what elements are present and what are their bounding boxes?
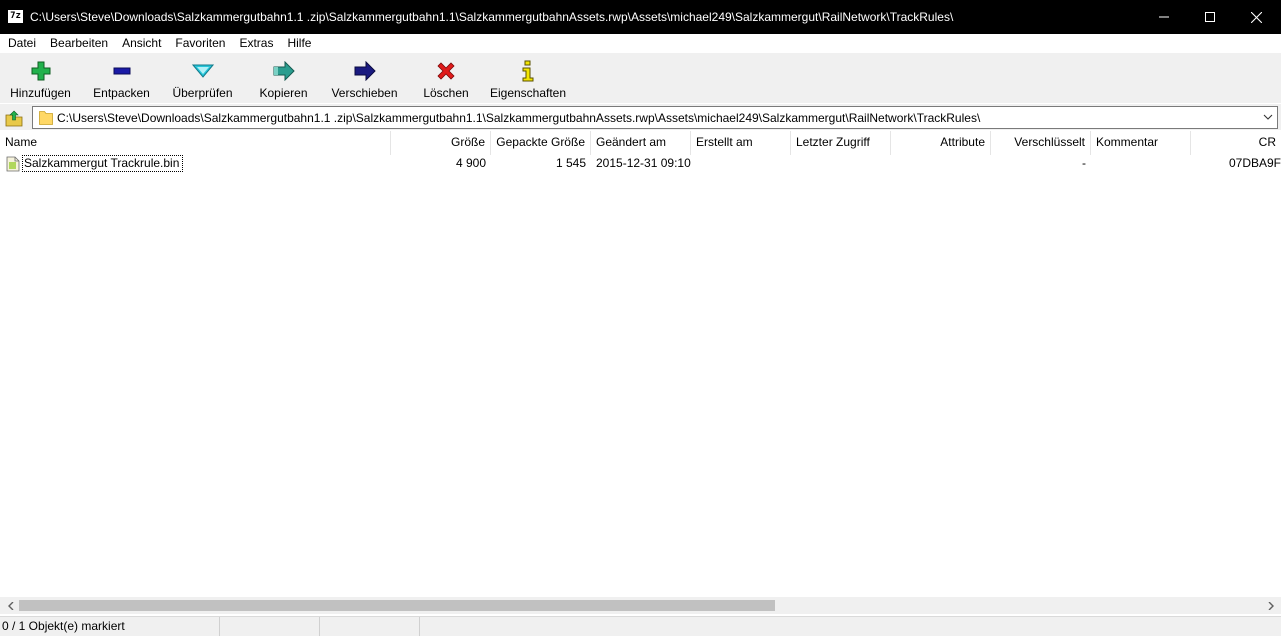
- close-button[interactable]: [1233, 0, 1279, 34]
- file-size: 4 900: [455, 156, 486, 170]
- column-accessed[interactable]: Letzter Zugriff: [791, 131, 891, 155]
- file-name[interactable]: Salzkammergut Trackrule.bin: [22, 155, 184, 172]
- file-created: [691, 155, 791, 173]
- test-button[interactable]: Überprüfen: [162, 53, 243, 103]
- move-arrow-icon: [354, 61, 376, 81]
- file-attributes: [891, 155, 991, 173]
- menu-view[interactable]: Ansicht: [115, 34, 168, 53]
- column-packed-size[interactable]: Gepackte Größe: [491, 131, 591, 155]
- extract-button[interactable]: Entpacken: [81, 53, 162, 103]
- app-icon: 7z: [8, 10, 23, 23]
- file-comment: [1091, 155, 1191, 173]
- address-field[interactable]: C:\Users\Steve\Downloads\Salzkammergutba…: [32, 106, 1278, 129]
- extract-label: Entpacken: [93, 86, 150, 100]
- address-path: C:\Users\Steve\Downloads\Salzkammergutba…: [57, 111, 981, 125]
- chevron-right-icon: [1268, 601, 1274, 610]
- status-bar: 0 / 1 Objekt(e) markiert: [0, 616, 1281, 636]
- copy-button[interactable]: Kopieren: [243, 53, 324, 103]
- column-attributes[interactable]: Attribute: [891, 131, 991, 155]
- plus-icon: [31, 61, 50, 81]
- column-size[interactable]: Größe: [391, 131, 491, 155]
- move-button[interactable]: Verschieben: [324, 53, 405, 103]
- maximize-icon: [1205, 12, 1215, 22]
- status-segment-2: [220, 617, 320, 636]
- delete-button[interactable]: Löschen: [405, 53, 487, 103]
- table-row[interactable]: Salzkammergut Trackrule.bin 4 900 1 545 …: [0, 155, 1281, 173]
- maximize-button[interactable]: [1187, 0, 1233, 34]
- status-segment-3: [320, 617, 420, 636]
- properties-button[interactable]: Eigenschaften: [487, 53, 569, 103]
- file-list[interactable]: Name Größe Gepackte Größe Geändert am Er…: [0, 131, 1281, 597]
- scroll-right-button[interactable]: [1262, 597, 1279, 614]
- file-accessed: [791, 155, 891, 173]
- copy-arrow-icon: [273, 61, 295, 81]
- up-folder-button[interactable]: [3, 107, 25, 129]
- add-label: Hinzufügen: [10, 86, 71, 100]
- menu-help[interactable]: Hilfe: [280, 34, 318, 53]
- menu-favorites[interactable]: Favoriten: [168, 34, 232, 53]
- title-bar: 7z C:\Users\Steve\Downloads\Salzkammergu…: [0, 0, 1281, 34]
- folder-icon: [39, 111, 53, 125]
- menu-file[interactable]: Datei: [1, 34, 43, 53]
- close-icon: [1250, 11, 1262, 23]
- window-title: C:\Users\Steve\Downloads\Salzkammergutba…: [30, 10, 954, 24]
- column-name[interactable]: Name: [0, 131, 391, 155]
- move-label: Verschieben: [331, 86, 398, 100]
- column-encrypted[interactable]: Verschlüsselt: [991, 131, 1091, 155]
- horizontal-scrollbar[interactable]: [0, 597, 1281, 614]
- column-crc[interactable]: CR: [1191, 131, 1281, 155]
- check-chevron-icon: [191, 64, 214, 78]
- file-encrypted: -: [1082, 156, 1086, 170]
- file-crc: 07DBA9F: [1228, 156, 1281, 170]
- menu-edit[interactable]: Bearbeiten: [43, 34, 115, 53]
- minimize-button[interactable]: [1141, 0, 1187, 34]
- column-created[interactable]: Erstellt am: [691, 131, 791, 155]
- toolbar: Hinzufügen Entpacken Überprüfen Kopieren…: [0, 53, 1281, 103]
- column-header: Name Größe Gepackte Größe Geändert am Er…: [0, 131, 1281, 155]
- address-bar: C:\Users\Steve\Downloads\Salzkammergutba…: [0, 104, 1281, 130]
- status-selection: 0 / 1 Objekt(e) markiert: [0, 617, 220, 636]
- scroll-left-button[interactable]: [2, 597, 19, 614]
- minimize-icon: [1159, 16, 1169, 18]
- column-modified[interactable]: Geändert am: [591, 131, 691, 155]
- file-modified: 2015-12-31 09:10: [596, 156, 691, 170]
- minus-icon: [113, 67, 130, 75]
- menu-bar: Datei Bearbeiten Ansicht Favoriten Extra…: [0, 34, 1281, 53]
- test-label: Überprüfen: [172, 86, 233, 100]
- chevron-left-icon: [7, 601, 13, 610]
- copy-label: Kopieren: [259, 86, 308, 100]
- column-comment[interactable]: Kommentar: [1091, 131, 1191, 155]
- scroll-thumb[interactable]: [19, 600, 775, 611]
- file-packed-size: 1 545: [555, 156, 586, 170]
- folder-up-icon: [5, 110, 23, 127]
- delete-label: Löschen: [423, 86, 469, 100]
- menu-tools[interactable]: Extras: [232, 34, 280, 53]
- info-icon: [522, 60, 534, 82]
- delete-x-icon: [437, 62, 455, 80]
- properties-label: Eigenschaften: [489, 86, 567, 100]
- chevron-down-icon[interactable]: [1263, 112, 1273, 122]
- add-button[interactable]: Hinzufügen: [0, 53, 81, 103]
